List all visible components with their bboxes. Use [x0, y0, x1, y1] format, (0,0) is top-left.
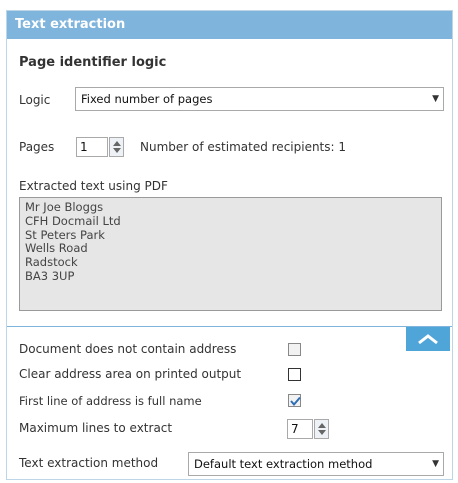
- chevron-up-icon: [418, 334, 438, 345]
- dropdown-arrow-icon: ▼: [432, 94, 439, 104]
- first-line-label: First line of address is full name: [19, 394, 202, 408]
- extracted-line: Mr Joe Bloggs: [25, 200, 104, 214]
- max-lines-input[interactable]: 7: [287, 419, 313, 439]
- pages-label: Pages: [19, 140, 55, 154]
- clear-area-label: Clear address area on printed output: [19, 367, 242, 381]
- extracted-line: Wells Road: [25, 241, 88, 256]
- method-label: Text extraction method: [19, 456, 159, 470]
- logic-select[interactable]: Fixed number of pages ▼: [75, 87, 444, 111]
- stepper-down-icon[interactable]: [113, 148, 121, 153]
- extracted-text-box[interactable]: Mr Joe Bloggs CFH Docmail Ltd St Peters …: [19, 197, 442, 311]
- dropdown-arrow-icon: ▼: [432, 459, 439, 469]
- max-lines-label: Maximum lines to extract: [19, 421, 173, 435]
- section-divider: [7, 326, 452, 327]
- stepper-up-icon[interactable]: [113, 141, 121, 146]
- method-select[interactable]: Default text extraction method ▼: [188, 452, 444, 476]
- pages-input[interactable]: 1: [76, 137, 108, 157]
- no-address-checkbox[interactable]: [288, 343, 301, 356]
- clear-area-checkbox[interactable]: [288, 368, 301, 381]
- page-identifier-title: Page identifier logic: [19, 55, 167, 70]
- extracted-text-label: Extracted text using PDF: [19, 179, 168, 193]
- stepper-down-icon[interactable]: [318, 430, 326, 435]
- extracted-line: CFH Docmail Ltd: [25, 213, 121, 228]
- logic-label: Logic: [19, 93, 51, 107]
- extracted-line: St Peters Park: [25, 227, 105, 242]
- no-address-label: Document does not contain address: [19, 342, 237, 356]
- stepper-up-icon[interactable]: [318, 423, 326, 428]
- text-extraction-panel: Text extraction Page identifier logic Lo…: [6, 10, 453, 480]
- extracted-line: BA3 3UP: [25, 268, 75, 283]
- max-lines-stepper[interactable]: [314, 419, 329, 439]
- collapse-button[interactable]: [406, 327, 450, 351]
- logic-select-value: Fixed number of pages: [81, 92, 213, 106]
- estimated-recipients: Number of estimated recipients: 1: [140, 140, 347, 154]
- pages-stepper[interactable]: [109, 137, 124, 157]
- method-select-value: Default text extraction method: [194, 457, 373, 471]
- extracted-line: Radstock: [25, 255, 78, 270]
- checkmark-icon: [290, 396, 301, 407]
- first-line-checkbox[interactable]: [288, 394, 301, 407]
- panel-header: Text extraction: [7, 11, 452, 39]
